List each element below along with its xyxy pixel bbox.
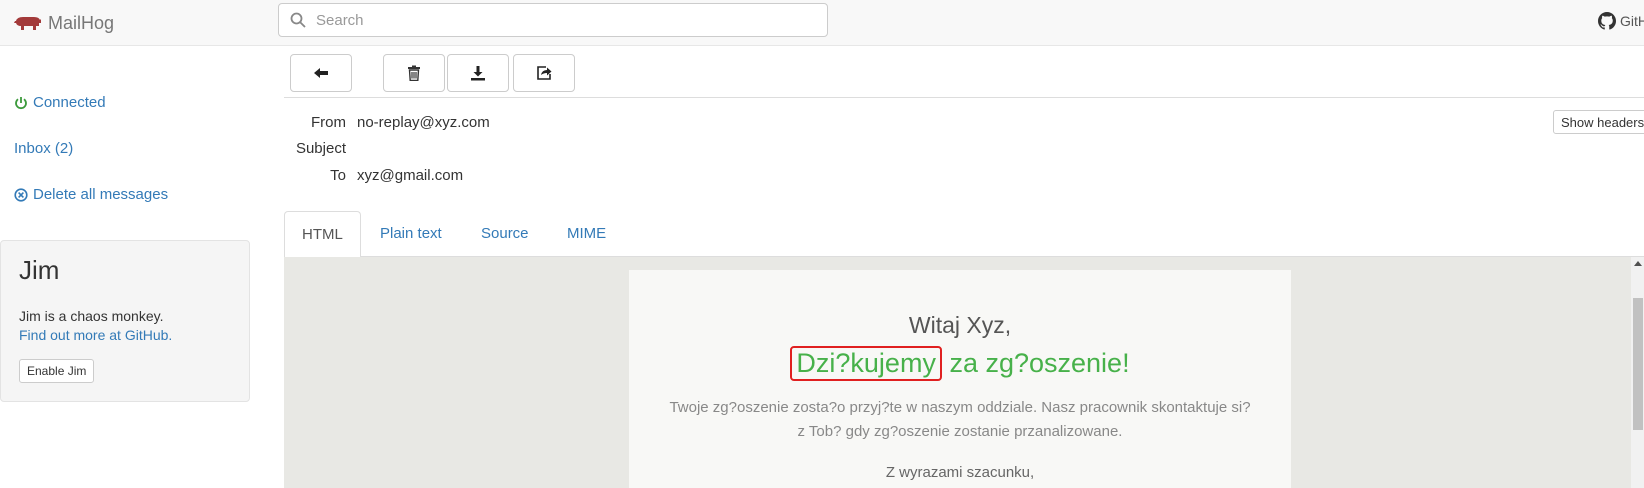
message-tabs: HTML Plain text Source MIME [284,211,1644,258]
jim-panel: Jim Jim is a chaos monkey. Find out more… [0,240,250,402]
email-greeting: Witaj Xyz, [908,312,1012,338]
email-body: Twoje zg?oszenie zosta?o przyj?te w nasz… [629,396,1291,444]
release-button[interactable] [513,54,575,92]
delete-all-label: Delete all messages [33,186,169,203]
back-button[interactable] [290,54,352,92]
jim-github-link[interactable]: Find out more at GitHub. [19,327,172,343]
jim-description: Jim is a chaos monkey. [19,308,164,324]
tab-mime[interactable]: MIME [550,211,623,257]
delete-button[interactable] [383,54,445,92]
from-value: no-replay@xyz.com [357,114,490,131]
navbar: MailHog GitH [0,0,1644,46]
email-body-line-2: z Tob? gdy zg?oszenie zostanie przanaliz… [797,423,1123,440]
connected-label: Connected [33,94,106,111]
subject-label: Subject [295,140,346,157]
tab-source[interactable]: Source [464,211,546,257]
delete-all-messages-link[interactable]: Delete all messages [14,186,168,203]
github-label: GitH [1620,13,1644,29]
to-value: xyz@gmail.com [357,167,464,184]
download-button[interactable] [447,54,509,92]
brand-name: MailHog [48,12,115,33]
show-headers-button[interactable]: Show headers [1553,110,1644,134]
github-link[interactable]: GitH [1598,12,1644,30]
pig-logo-icon [14,17,41,30]
back-icon [314,68,328,78]
email-thanks: Dzi?kujemy za zg?oszenie! [629,346,1291,381]
email-regards: Z wyrazami szacunku, [885,464,1035,481]
brand[interactable]: MailHog [14,8,114,38]
jim-title: Jim [19,255,60,285]
enable-jim-button[interactable]: Enable Jim [19,359,95,383]
tab-html[interactable]: HTML [284,211,361,258]
connection-status[interactable]: Connected [14,94,106,111]
github-icon [1598,12,1616,30]
html-preview[interactable]: Witaj Xyz, Dzi?kujemy za zg?oszenie! Two… [284,257,1644,488]
thanks-rest: za zg?oszenie! [941,348,1130,378]
trash-icon [408,65,420,81]
inbox-label: Inbox (2) [14,140,74,157]
email-card: Witaj Xyz, Dzi?kujemy za zg?oszenie! Two… [629,270,1291,488]
scrollbar-thumb[interactable] [1633,298,1643,430]
email-body-line-1: Twoje zg?oszenie zosta?o przyj?te w nasz… [669,399,1251,416]
power-icon [15,96,27,109]
scroll-up-arrow-icon[interactable] [1634,261,1642,266]
from-label: From [311,114,346,131]
highlighted-word: Dzi?kujemy [790,346,942,381]
sidebar-item-inbox[interactable]: Inbox (2) [14,140,73,157]
search-icon [290,12,306,28]
download-icon [471,66,485,81]
remove-circle-icon [14,187,28,202]
search-box[interactable] [278,3,828,37]
share-icon [537,66,552,80]
tab-plain-text[interactable]: Plain text [363,211,459,257]
toolbar-divider [284,97,1644,98]
search-input[interactable] [314,10,808,30]
to-label: To [330,167,346,184]
